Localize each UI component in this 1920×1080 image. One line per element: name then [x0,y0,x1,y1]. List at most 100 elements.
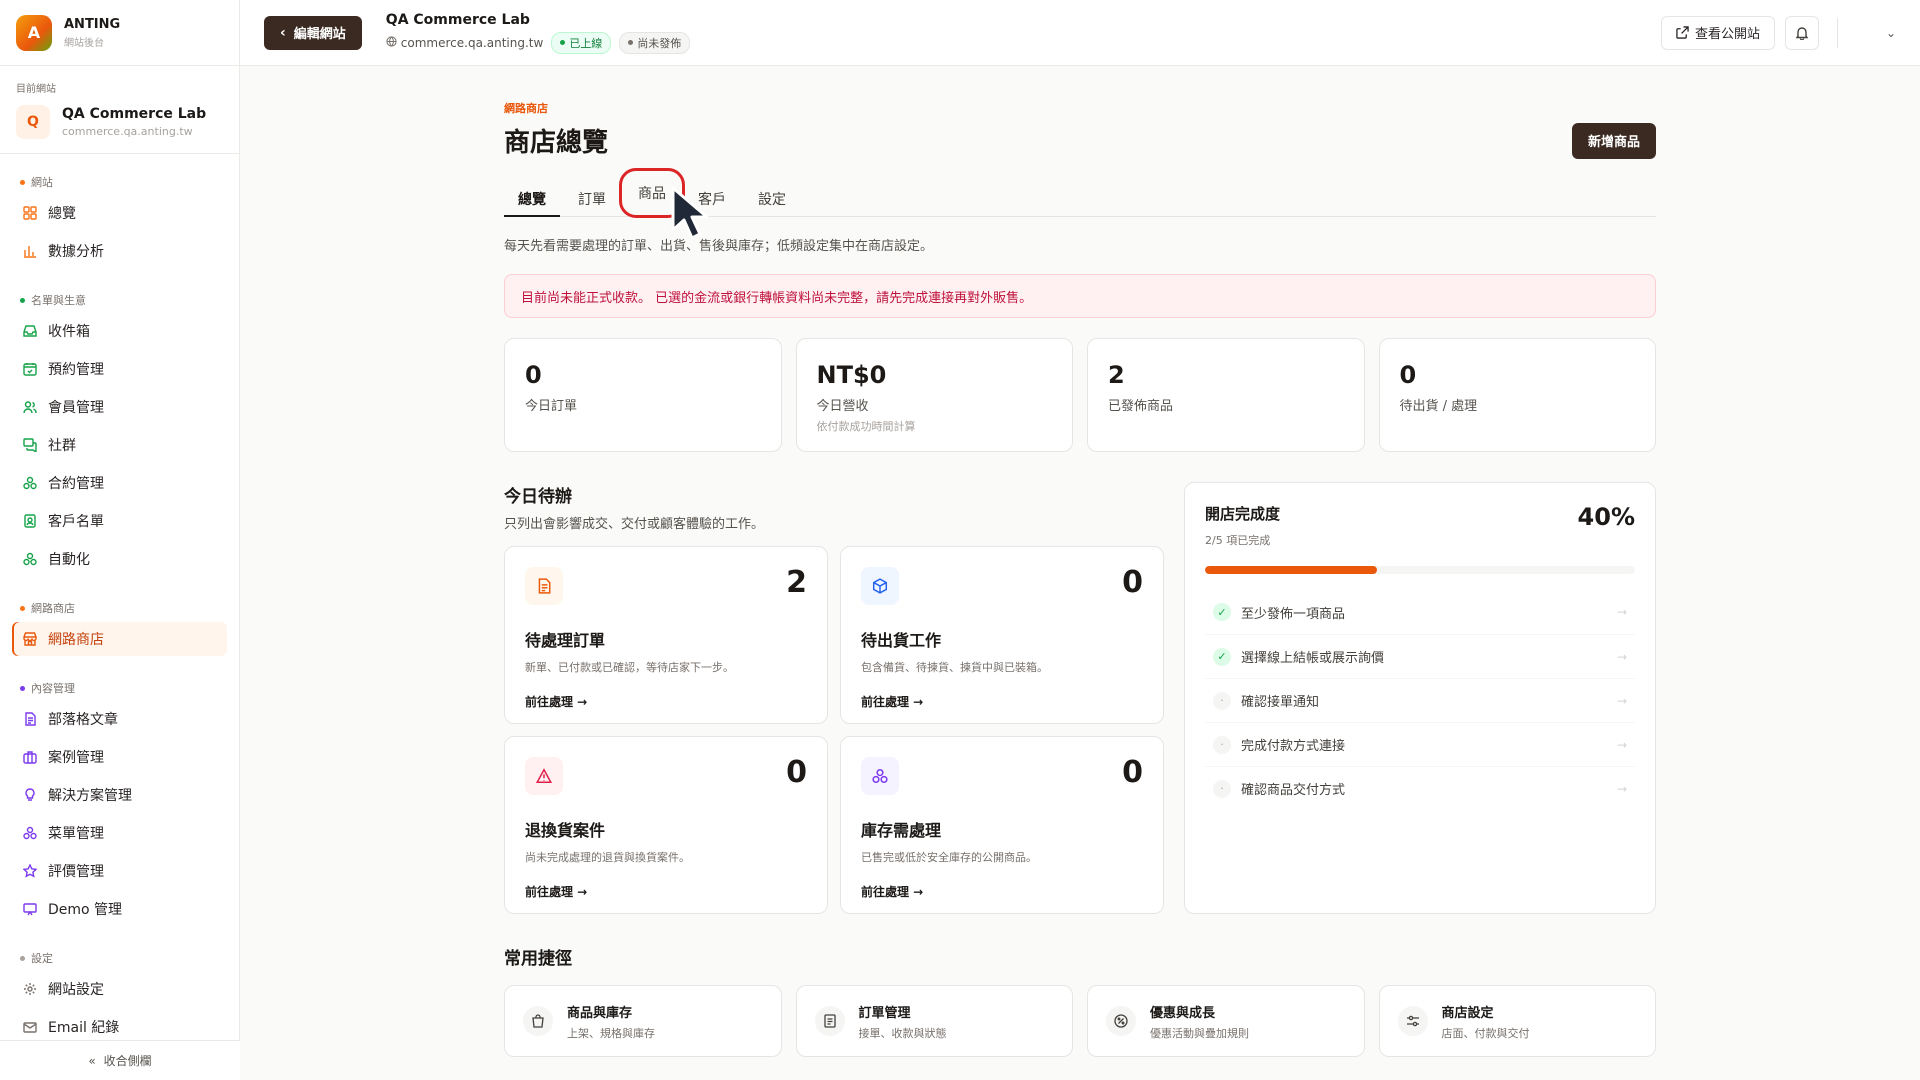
edit-site-button[interactable]: ‹ 編輯網站 [264,15,362,50]
sidebar-item-label: 部落格文章 [48,712,118,728]
stat-card-today-orders: 0 今日訂單 [504,338,782,452]
checklist-label: 完成付款方式連接 [1241,739,1346,754]
document-icon [22,711,38,727]
sidebar-item-analytics[interactable]: 數據分析 [12,234,227,268]
shortcut-title: 優惠與成長 [1150,1005,1216,1021]
sidebar-item-automation[interactable]: 自動化 [12,542,227,576]
todo-count: 0 [1122,565,1143,600]
shortcut-orders[interactable]: 訂單管理 接單、收款與狀態 [795,985,1073,1057]
go-process-link[interactable]: 前往處理 → [525,883,807,900]
tab-settings[interactable]: 設定 [744,181,800,216]
sidebar-item-blog[interactable]: 部落格文章 [12,702,227,736]
shortcut-title: 商店設定 [1441,1005,1494,1021]
sliders-icon [1397,1006,1428,1036]
shortcut-shop-settings[interactable]: 商店設定店面、付款與交付 [1378,985,1656,1057]
collapse-sidebar-button[interactable]: « 收合側欄 [0,1040,240,1080]
sidebar-item-members[interactable]: 會員管理 [12,390,227,424]
sidebar-item-label: 總覽 [48,206,76,222]
sidebar-item-reviews[interactable]: 評價管理 [12,854,227,888]
sidebar-item-label: 網站設定 [48,982,104,998]
sidebar-item-menus[interactable]: 菜單管理 [12,816,227,850]
sidebar-item-label: 合約管理 [48,476,104,492]
sidebar-item-label: 數據分析 [48,244,104,260]
stat-value: 2 [1108,361,1125,389]
progress-bar-fill [1205,566,1377,574]
checklist-item[interactable]: ✓ 選擇線上結帳或展示詢價 → [1205,634,1635,678]
stat-value: 0 [525,361,542,389]
shortcuts-title: 常用捷徑 [504,949,572,969]
sidebar-item-inbox[interactable]: 收件箱 [12,314,227,348]
bag-icon [523,1006,553,1036]
lightbulb-icon [22,787,38,803]
shortcut-desc: 店面、付款與交付 [1441,1026,1530,1040]
sidebar-item-overview[interactable]: 總覽 [12,196,227,230]
todo-count: 2 [786,565,807,600]
checklist-item[interactable]: · 完成付款方式連接 → [1205,722,1635,766]
account-menu-chevron-down-icon[interactable]: ⌄ [1856,26,1896,40]
chat-icon [22,437,38,453]
stat-card-pending-shipments: 0 待出貨 / 處理 [1378,338,1656,452]
sidebar-item-contracts[interactable]: 合約管理 [12,466,227,500]
notifications-button[interactable] [1785,15,1819,50]
sidebar-item-cases[interactable]: 案例管理 [12,740,227,774]
sidebar-item-shop[interactable]: 網路商店 [12,622,227,656]
setup-progress-card: 開店完成度 2/5 項已完成 40% ✓ 至少發佈一項商品 → ✓ 選擇線上結帳或展示詢… [1184,482,1656,914]
arrow-right-icon: → [1616,737,1627,752]
todo-card-desc: 已售完或低於安全庫存的公開商品。 [861,851,1037,864]
go-process-link[interactable]: 前往處理 → [525,693,807,710]
arrow-right-icon: → [1616,649,1627,664]
setup-checklist: ✓ 至少發佈一項商品 → ✓ 選擇線上結帳或展示詢價 → · 確認接單通知 → · 完成付款方式連接… [1205,590,1635,810]
mail-icon [22,1019,38,1035]
sidebar-item-customers[interactable]: 客戶名單 [12,504,227,538]
sidebar-item-label: 會員管理 [48,400,104,416]
brand-sub: 網站後台 [64,37,104,49]
current-site-switcher[interactable]: Q QA Commerce Lab commerce.qa.anting.tw [16,105,223,139]
pending-dot-icon: · [1213,691,1231,710]
sidebar-item-label: 網路商店 [48,632,104,648]
shortcut-promotions[interactable]: 優惠與成長優惠活動與疊加規則 [1087,985,1365,1057]
contact-card-icon [22,513,38,529]
percent-icon [1106,1006,1136,1036]
double-chevron-left-icon: « [88,1053,96,1068]
tab-orders[interactable]: 訂單 [564,181,620,216]
sidebar: A ANTING 網站後台 目前網站 Q QA Commerce Lab com… [0,0,240,1080]
mouse-cursor-icon [671,186,709,240]
stat-card-published-products: 2 已發佈商品 [1087,338,1365,452]
shortcut-desc: 優惠活動與疊加規則 [1150,1026,1249,1040]
tab-overview[interactable]: 總覽 [504,181,560,217]
nav-group-settings: 設定 [12,950,227,966]
todo-card-shipping[interactable]: 0 待出貨工作 包含備貨、待揀貨、揀貨中與已裝箱。 前往處理 → [840,546,1164,724]
checklist-item[interactable]: · 確認接單通知 → [1205,678,1635,722]
sidebar-item-email-log[interactable]: Email 紀錄 [12,1010,227,1044]
sidebar-item-booking[interactable]: 預約管理 [12,352,227,386]
view-public-site-button[interactable]: 查看公開站 [1660,15,1775,50]
shortcut-title: 訂單管理 [858,1005,911,1021]
stat-note: 依付款成功時間計算 [816,420,916,433]
boxes-icon [861,757,899,795]
inbox-icon [22,323,38,339]
brand-name: ANTING [64,16,121,32]
todo-card-returns[interactable]: 0 退換貨案件 尚未完成處理的退貨與換貨案件。 前往處理 → [504,736,828,914]
bell-icon [1795,26,1809,40]
external-link-icon [1676,26,1689,39]
checklist-item[interactable]: · 確認商品交付方式 → [1205,766,1635,810]
progress-title: 開店完成度 [1205,505,1281,523]
current-site-label: 目前網站 [16,84,56,95]
shortcut-products-inventory[interactable]: 商品與庫存 上架、規格與庫存 [504,985,782,1057]
todo-card-inventory[interactable]: 0 庫存需處理 已售完或低於安全庫存的公開商品。 前往處理 → [840,736,1164,914]
sidebar-item-site-settings[interactable]: 網站設定 [12,972,227,1006]
stat-label: 今日訂單 [525,399,578,414]
site-header: QA Commerce Lab commerce.qa.anting.tw 已上… [386,12,691,54]
go-process-link[interactable]: 前往處理 → [861,693,1143,710]
todo-card-pending-orders[interactable]: 2 待處理訂單 新單、已付款或已確認，等待店家下一步。 前往處理 → [504,546,828,724]
brand[interactable]: A ANTING 網站後台 [0,0,239,66]
sidebar-item-demo[interactable]: Demo 管理 [12,892,227,926]
go-process-link[interactable]: 前往處理 → [861,883,1143,900]
add-product-button[interactable]: 新增商品 [1571,122,1656,159]
sidebar-item-community[interactable]: 社群 [12,428,227,462]
checklist-item[interactable]: ✓ 至少發佈一項商品 → [1205,590,1635,634]
sidebar-item-solutions[interactable]: 解決方案管理 [12,778,227,812]
site-header-title: QA Commerce Lab [385,11,530,28]
sidebar-item-label: 解決方案管理 [48,788,132,804]
checklist-label: 確認接單通知 [1241,695,1320,710]
